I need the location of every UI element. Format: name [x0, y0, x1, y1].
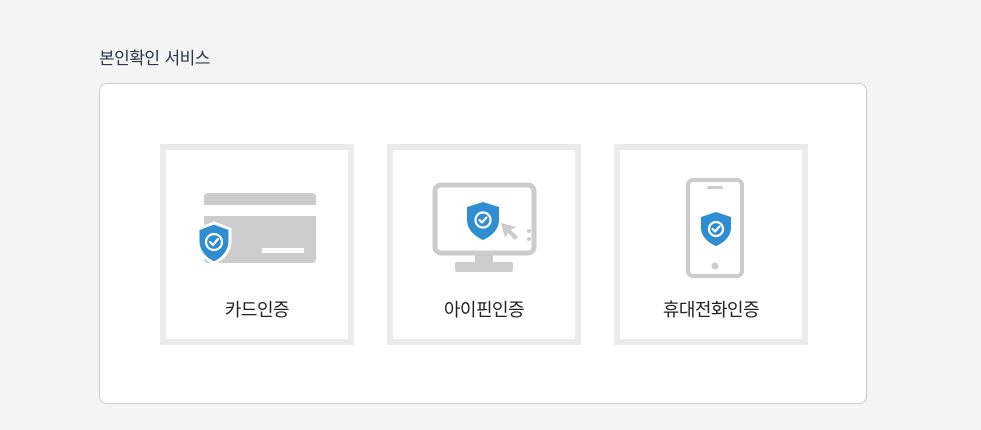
card-verification-label: 카드인증: [224, 300, 290, 321]
monitor-shield-icon: [393, 150, 575, 290]
section-title: 본인확인 서비스: [99, 49, 210, 69]
ipin-verification-option[interactable]: 아이핀인증: [387, 144, 581, 345]
mobile-verification-label: 휴대전화인증: [662, 300, 760, 321]
credit-card-shield-icon: [166, 150, 348, 290]
mobile-phone-shield-icon: [620, 150, 802, 290]
card-verification-option[interactable]: 카드인증: [160, 144, 354, 345]
mobile-verification-option[interactable]: 휴대전화인증: [614, 144, 808, 345]
verification-options-panel: 카드인증 아이핀인증 휴대전화인증: [99, 83, 867, 404]
ipin-verification-label: 아이핀인증: [443, 300, 525, 321]
identity-verification-page: 본인확인 서비스 카드인증 아이핀인증 휴대전화인증: [0, 0, 981, 430]
